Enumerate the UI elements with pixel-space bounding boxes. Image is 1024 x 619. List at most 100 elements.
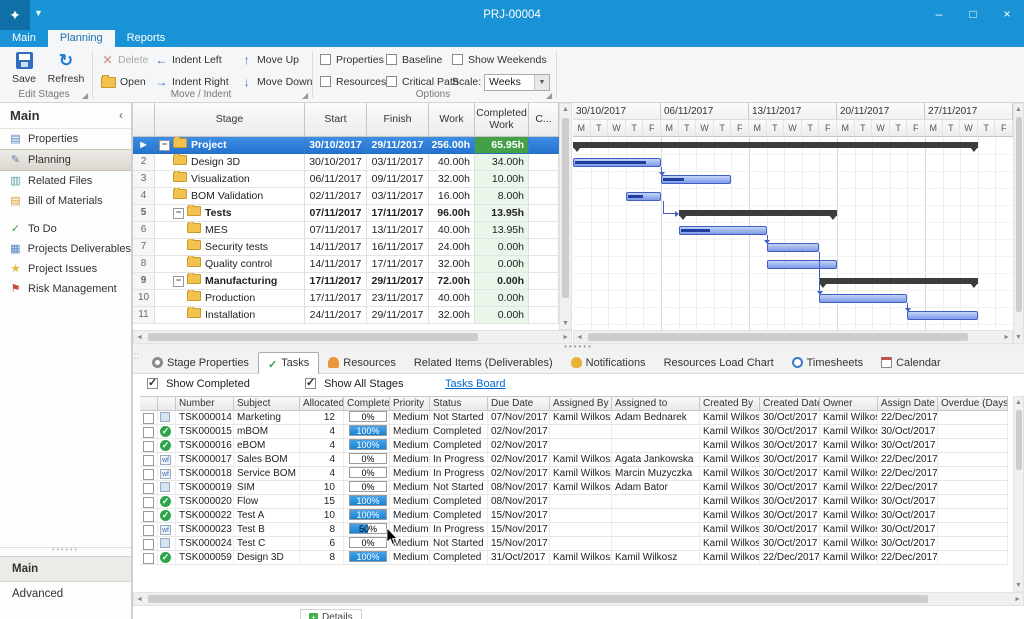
options-launcher-icon[interactable]: ◢ <box>546 91 552 100</box>
stage-row[interactable]: 10Production17/11/201723/11/201740.00h0.… <box>133 290 559 307</box>
chevron-down-icon[interactable]: ▼ <box>534 75 549 90</box>
task-row[interactable]: TSK000014Marketing120%MediumNot Started0… <box>140 411 1008 425</box>
tasks-column-header[interactable]: Status <box>430 396 488 411</box>
tasks-board-link[interactable]: Tasks Board <box>445 378 506 390</box>
gantt-hscrollbar[interactable]: ◄ ► <box>573 330 1013 344</box>
stage-row[interactable]: 5−Tests07/11/201717/11/201796.00h13.95h <box>133 205 559 222</box>
stage-column-header[interactable]: Work <box>429 103 475 137</box>
panel-splitter-handle[interactable]: •••••• <box>133 344 1024 352</box>
tasks-column-header[interactable]: Assign Date <box>878 396 938 411</box>
collapse-expander-icon[interactable]: − <box>159 140 170 151</box>
tab-resources[interactable]: Resources <box>319 353 405 374</box>
ribbon-tab-main[interactable]: Main <box>0 30 48 47</box>
stage-column-header[interactable]: Completed Work <box>475 103 529 137</box>
task-checkbox[interactable] <box>143 497 154 508</box>
task-checkbox[interactable] <box>143 455 154 466</box>
sidebar-item-project-issues[interactable]: ★Project Issues <box>0 259 131 279</box>
gantt-task-bar[interactable] <box>767 243 820 252</box>
stage-row[interactable]: ▶−Project30/10/201729/11/2017256.00h65.9… <box>133 137 559 154</box>
ribbon-tab-reports[interactable]: Reports <box>115 30 178 47</box>
sidebar-item-projects-deliverables[interactable]: ▦Projects Deliverables <box>0 239 131 259</box>
task-checkbox[interactable] <box>143 525 154 536</box>
tasks-column-header[interactable]: Assigned to <box>612 396 700 411</box>
sidebar-item-to-do[interactable]: ✓To Do <box>0 219 131 239</box>
gantt-summary-bar[interactable] <box>819 278 977 284</box>
stage-column-header[interactable]: Stage <box>155 103 305 137</box>
delete-button[interactable]: ✕Delete <box>98 51 151 69</box>
tasks-column-header[interactable]: Created Date <box>760 396 820 411</box>
tasks-column-header[interactable] <box>140 396 158 411</box>
gantt-summary-bar[interactable] <box>573 142 978 148</box>
tasks-hscrollbar[interactable]: ◄ ► <box>133 592 1024 606</box>
task-checkbox[interactable] <box>143 539 154 550</box>
task-checkbox[interactable] <box>143 441 154 452</box>
task-row[interactable]: wfTSK000017Sales BOM40%MediumIn Progress… <box>140 453 1008 467</box>
show-completed-checkbox[interactable]: Show Completed <box>147 378 250 390</box>
gantt-task-bar[interactable] <box>679 226 767 235</box>
sidebar-collapse-icon[interactable]: ‹ <box>119 103 123 128</box>
stage-row[interactable]: 9−Manufacturing17/11/201729/11/201772.00… <box>133 273 559 290</box>
tab-related-items-deliverables-[interactable]: Related Items (Deliverables) <box>405 353 562 374</box>
stage-column-header[interactable]: Start <box>305 103 367 137</box>
critical-path-checkbox[interactable]: Critical Path <box>386 74 459 90</box>
tab-resources-load-chart[interactable]: Resources Load Chart <box>655 353 783 374</box>
ribbon-tab-planning[interactable]: Planning <box>48 30 115 47</box>
gantt-task-bar[interactable] <box>819 294 907 303</box>
tasks-column-header[interactable]: Subject <box>234 396 300 411</box>
gantt-task-bar[interactable] <box>907 311 977 320</box>
gantt-task-bar[interactable] <box>626 192 661 201</box>
stage-row[interactable]: 2Design 3D30/10/201703/11/201740.00h34.0… <box>133 154 559 171</box>
collapse-expander-icon[interactable]: − <box>173 208 184 219</box>
sidebar-footer-main[interactable]: Main <box>0 556 131 581</box>
gantt-summary-bar[interactable] <box>679 210 837 216</box>
minimize-button[interactable]: – <box>922 0 956 30</box>
gantt-task-bar[interactable] <box>767 260 837 269</box>
tasks-column-header[interactable]: Complete <box>344 396 390 411</box>
tasks-column-header[interactable]: Owner <box>820 396 878 411</box>
sidebar-item-related-files[interactable]: ▥Related Files <box>0 171 131 191</box>
stage-column-header[interactable]: C... <box>529 103 559 137</box>
baseline-checkbox[interactable]: Baseline <box>386 52 442 68</box>
show-weekends-checkbox[interactable]: Show Weekends <box>452 52 547 68</box>
sidebar-item-risk-management[interactable]: ⚑Risk Management <box>0 279 131 299</box>
stage-row[interactable]: 4BOM Validation02/11/201703/11/201716.00… <box>133 188 559 205</box>
gantt-task-bar[interactable] <box>661 175 731 184</box>
tasks-column-header[interactable]: Number <box>176 396 234 411</box>
task-row[interactable]: ✓TSK000015mBOM4100%MediumCompleted02/Nov… <box>140 425 1008 439</box>
stage-row[interactable]: 3Visualization06/11/201709/11/201732.00h… <box>133 171 559 188</box>
sidebar-item-properties[interactable]: ▤Properties <box>0 129 131 149</box>
sidebar-footer-advanced[interactable]: Advanced <box>0 581 131 606</box>
task-row[interactable]: TSK000019SIM100%MediumNot Started08/Nov/… <box>140 481 1008 495</box>
task-row[interactable]: wfTSK000023Test B850%MediumIn Progress15… <box>140 523 1008 537</box>
task-row[interactable]: ✓TSK000016eBOM4100%MediumCompleted02/Nov… <box>140 439 1008 453</box>
task-row[interactable]: ✓TSK000022Test A10100%MediumCompleted15/… <box>140 509 1008 523</box>
tab-timesheets[interactable]: Timesheets <box>783 353 872 374</box>
move-indent-launcher-icon[interactable]: ◢ <box>302 91 308 100</box>
task-row[interactable]: TSK000024Test C60%MediumNot Started15/No… <box>140 537 1008 551</box>
gantt-vscrollbar[interactable]: ▲ ▼ <box>1013 103 1024 344</box>
close-button[interactable]: × <box>990 0 1024 30</box>
properties-checkbox[interactable]: Properties <box>320 52 384 68</box>
sidebar-splitter-handle[interactable]: •••••• <box>0 547 131 556</box>
edit-stages-launcher-icon[interactable]: ◢ <box>82 91 88 100</box>
tasks-vscrollbar[interactable]: ▲ ▼ <box>1013 396 1024 592</box>
details-popup[interactable]: + Details <box>300 609 362 619</box>
stage-row[interactable]: 8Quality control14/11/201717/11/201732.0… <box>133 256 559 273</box>
task-row[interactable]: ✓TSK000020Flow15100%MediumCompleted08/No… <box>140 495 1008 509</box>
tasks-column-header[interactable]: Allocated <box>300 396 344 411</box>
stage-column-header[interactable]: Finish <box>367 103 429 137</box>
task-row[interactable]: ✓TSK000059Design 3D8100%MediumCompleted3… <box>140 551 1008 565</box>
stage-row[interactable]: 11Installation24/11/201729/11/201732.00h… <box>133 307 559 324</box>
sidebar-item-planning[interactable]: ✎Planning <box>0 149 131 171</box>
stage-row[interactable]: 7Security tests14/11/201716/11/201724.00… <box>133 239 559 256</box>
task-checkbox[interactable] <box>143 427 154 438</box>
stage-column-header[interactable] <box>133 103 155 137</box>
task-checkbox[interactable] <box>143 483 154 494</box>
move-up-button[interactable]: ↑Move Up <box>237 51 302 69</box>
tab-calendar[interactable]: Calendar <box>872 353 950 374</box>
tasks-column-header[interactable] <box>158 396 176 411</box>
resources-checkbox[interactable]: Resources <box>320 74 386 90</box>
tasks-column-header[interactable]: Created By <box>700 396 760 411</box>
task-checkbox[interactable] <box>143 553 154 564</box>
tab-notifications[interactable]: Notifications <box>562 353 655 374</box>
